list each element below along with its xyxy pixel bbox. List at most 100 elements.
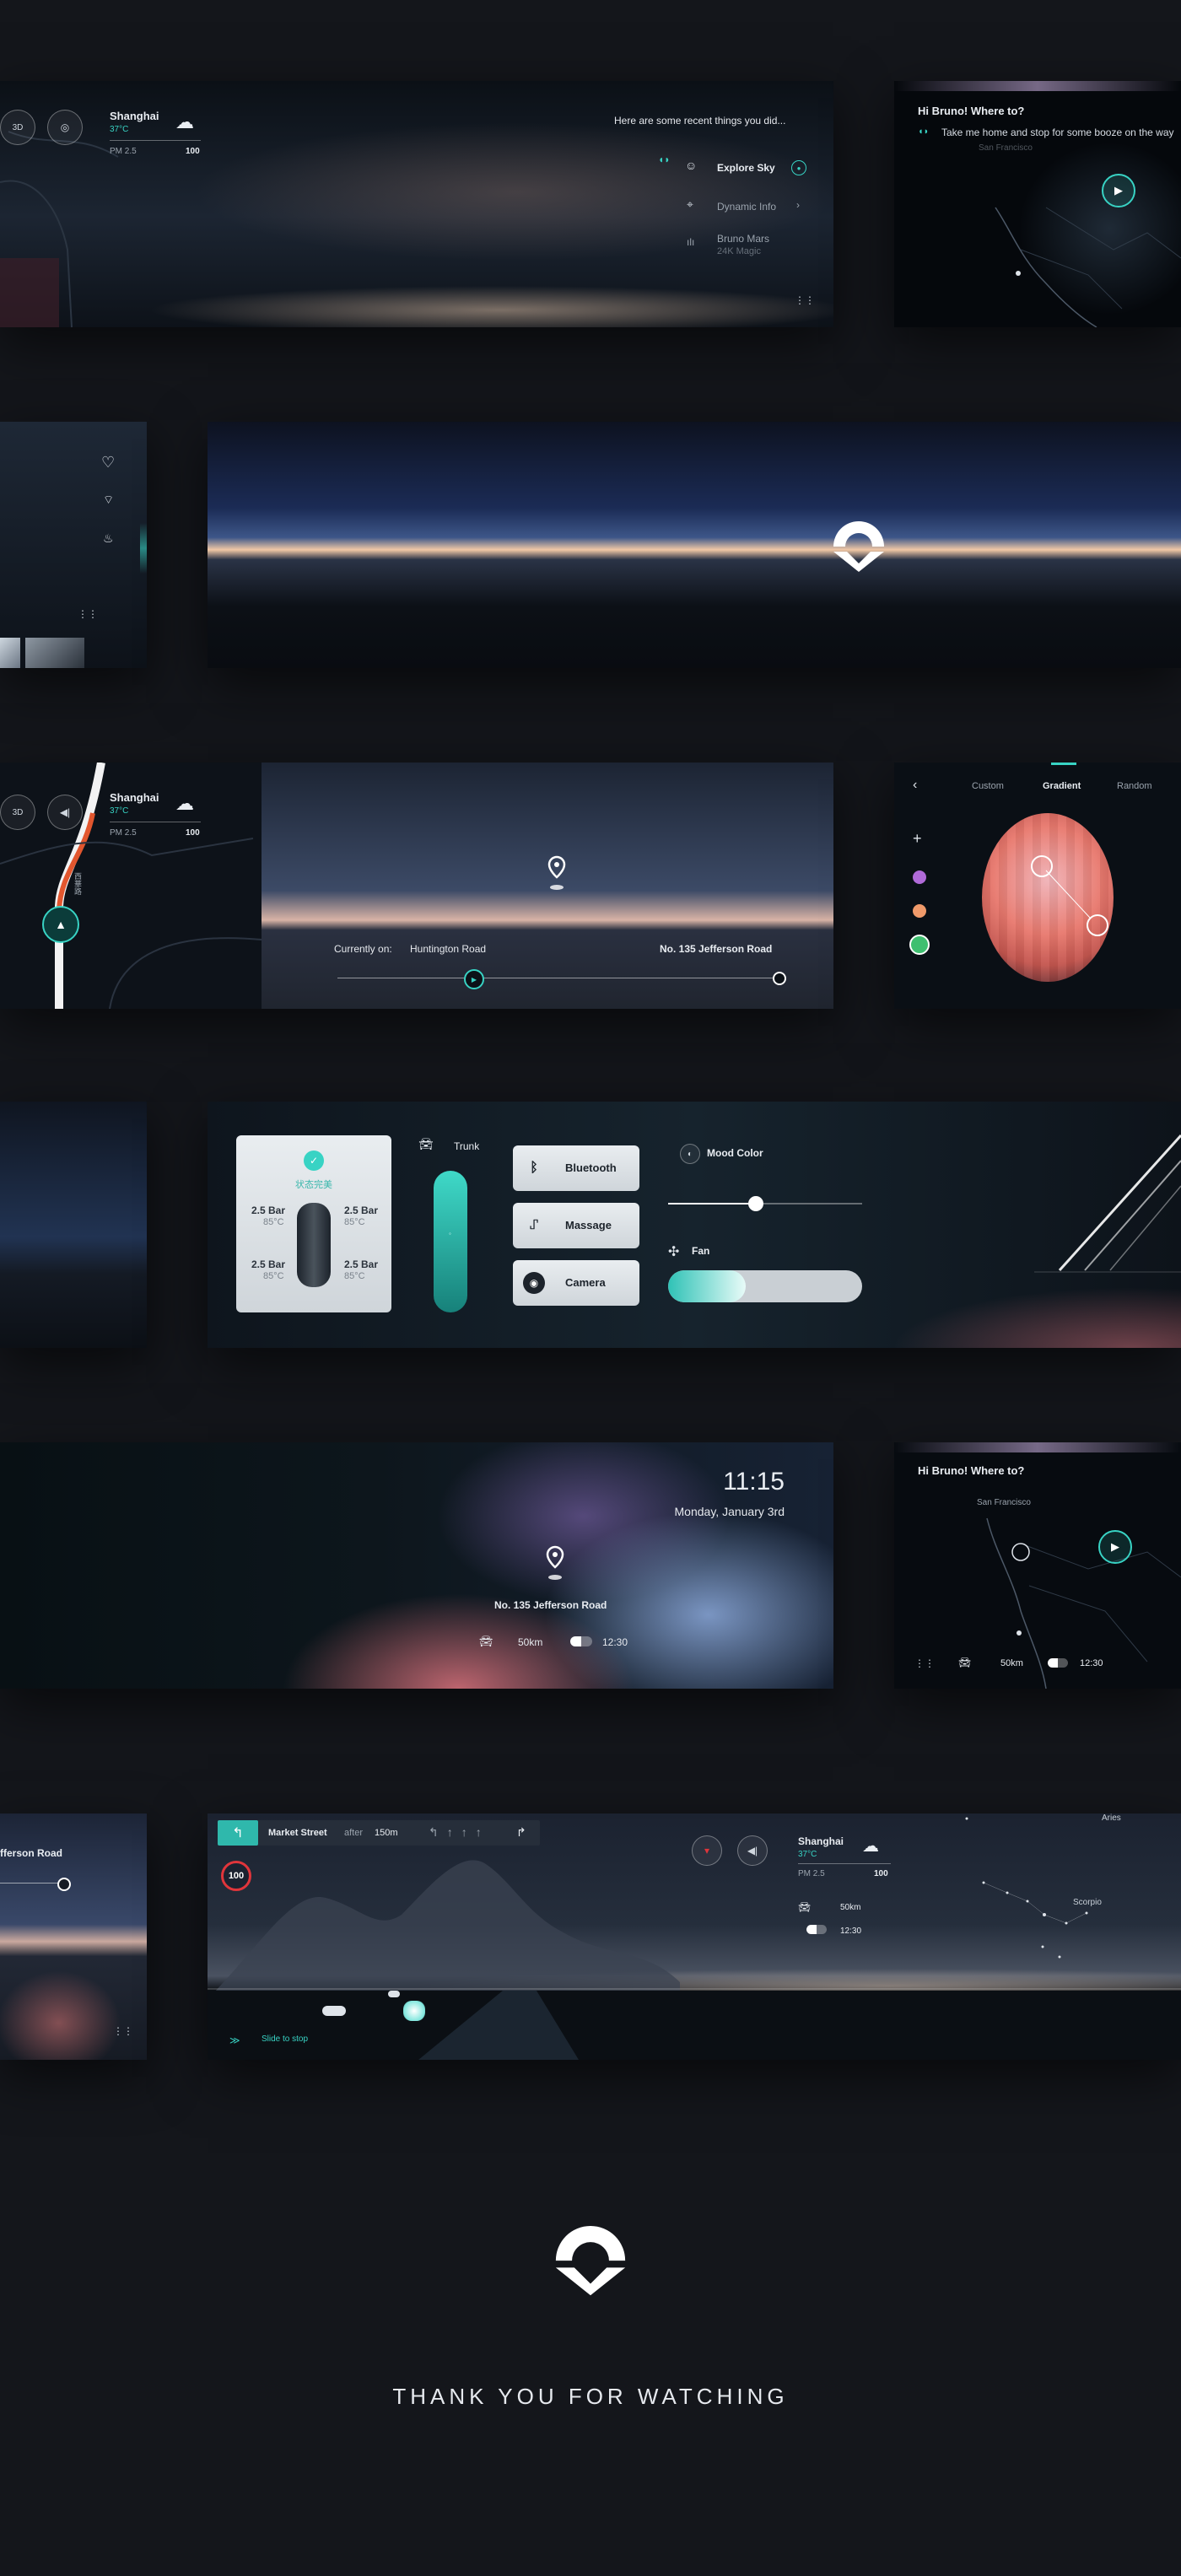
thumbnail-image[interactable] — [25, 638, 84, 668]
navigation-card: ▲ 西華路 3D ◀| Shanghai 37°C ☁ PM 2.5 100 C… — [0, 763, 833, 1009]
turn-after-label: after — [344, 1828, 364, 1838]
view-3d-button[interactable]: 3D — [0, 795, 35, 830]
route-end-marker[interactable] — [773, 972, 786, 985]
tire-front-right: 2.5 Bar 85°C — [344, 1204, 378, 1228]
constellation-label-aries: Aries — [1102, 1813, 1121, 1823]
car-icon: 🚘︎ — [479, 1635, 493, 1647]
voice-greeting: Hi Bruno! Where to? — [918, 105, 1025, 117]
slide-arrows-icon[interactable]: ≫ — [229, 2034, 240, 2046]
camera-icon: ◉ — [523, 1272, 545, 1294]
home-screen-card: 3D ◎ Shanghai 37°C ☁ PM 2.5 100 Here are… — [0, 81, 833, 327]
recent-title: Here are some recent things you did... — [614, 115, 786, 127]
fan-slider[interactable] — [668, 1270, 862, 1302]
apps-grid-icon[interactable]: ⋮⋮ — [914, 1658, 935, 1668]
tire-pressure: 2.5 Bar — [344, 1204, 379, 1216]
explore-sky-indicator-icon[interactable]: ● — [791, 160, 806, 175]
mood-color-slider-fill — [668, 1203, 756, 1204]
volume-icon[interactable]: ◀| — [737, 1835, 768, 1866]
current-prefix: Currently on: — [334, 943, 392, 955]
check-icon: ✓ — [304, 1151, 324, 1171]
bay-area-map-graphic — [986, 1517, 1181, 1689]
mood-color-slider[interactable] — [668, 1196, 862, 1211]
compass-icon[interactable]: ▾ — [692, 1835, 722, 1866]
recent-item-dynamic-info[interactable]: Dynamic Info — [717, 201, 776, 213]
ego-car-marker — [403, 2001, 425, 2021]
view-3d-button[interactable]: 3D — [0, 110, 35, 145]
camera-button[interactable]: ◉ Camera — [513, 1260, 639, 1306]
splash-card — [208, 422, 1181, 668]
turn-distance: 150m — [375, 1828, 398, 1838]
person-icon: ☺ — [685, 159, 698, 172]
trunk-slider-handle-icon[interactable]: ◦ — [449, 1230, 451, 1237]
cloud-icon: ☁ — [862, 1837, 879, 1856]
apps-grid-icon[interactable]: ⋮⋮ — [795, 295, 815, 305]
turn-instruction-bar: ↰ Market Street after 150m ↰↑↑↑ ↱ — [218, 1820, 540, 1846]
weather-city: Shanghai — [110, 791, 159, 804]
massage-button[interactable]: ⑀ Massage — [513, 1203, 639, 1248]
driving-mode-card: ↰ Market Street after 150m ↰↑↑↑ ↱ 100 ▾ … — [208, 1813, 1181, 2060]
heart-icon[interactable]: ♡ — [101, 454, 115, 472]
play-button[interactable]: ▶ — [1102, 174, 1135, 207]
play-button[interactable]: ▶ — [1098, 1530, 1132, 1564]
eta-value: 12:30 — [1080, 1658, 1103, 1668]
target-icon[interactable]: ◎ — [47, 110, 83, 145]
tire-temp: 85°C — [344, 1271, 365, 1281]
route-start-play-button[interactable]: ▶ — [464, 969, 484, 989]
voice-greeting: Hi Bruno! Where to? — [918, 1464, 1025, 1477]
pm-label: PM 2.5 — [798, 1869, 825, 1878]
eta-value: 12:30 — [840, 1927, 862, 1936]
pm-label: PM 2.5 — [110, 147, 137, 156]
recent-item-explore-sky[interactable]: Explore Sky — [717, 162, 775, 174]
music-bars-icon: ılı — [687, 236, 695, 248]
destination-road: No. 135 Jefferson Road — [494, 1599, 607, 1611]
voice-wave-icon: ◖◗ — [918, 127, 930, 137]
navigation-arrow-icon: ▲ — [42, 906, 79, 943]
car-icon: 🚘︎ — [418, 1137, 434, 1151]
sound-wave-icon: ◖◗ — [658, 154, 671, 165]
wifi-icon[interactable]: ⌔ — [103, 493, 114, 508]
trunk-slider[interactable]: ◦ — [434, 1171, 467, 1312]
recent-item-bruno-mars-sub: 24K Magic — [717, 246, 761, 256]
pm-value: 100 — [186, 147, 200, 156]
tire-rear-right: 2.5 Bar 85°C — [344, 1258, 378, 1282]
bluetooth-button[interactable]: ᛒ Bluetooth — [513, 1145, 639, 1191]
destination-pin-icon — [547, 855, 566, 890]
weather-temp: 37°C — [798, 1850, 817, 1859]
vehicle-status: 状态完美 — [295, 1180, 332, 1190]
fan-label: Fan — [692, 1245, 710, 1257]
recent-item-bruno-mars[interactable]: Bruno Mars — [717, 233, 769, 245]
mood-color-slider-knob[interactable] — [747, 1196, 763, 1211]
seat-icon: ⑀ — [530, 1218, 538, 1232]
mood-color-picker-card: ‹ Custom Gradient Random + — [894, 763, 1181, 1009]
apps-grid-icon[interactable]: ⋮⋮ — [78, 609, 98, 619]
voice-query: Take me home and stop for some booze on … — [941, 127, 1174, 138]
pm-value: 100 — [186, 828, 200, 838]
fire-icon[interactable]: ♨ — [103, 531, 114, 546]
vehicle-controls-card: ✓ 状态完美 2.5 Bar 85°C 2.5 Bar 85°C 2.5 Bar… — [208, 1102, 1181, 1348]
fan-slider-fill — [668, 1270, 746, 1302]
tire-pressure: 2.5 Bar — [344, 1258, 379, 1270]
fan-icon: ✣ — [668, 1245, 680, 1259]
thumbnail-image[interactable] — [0, 638, 20, 668]
apps-grid-icon[interactable]: ⋮⋮ — [113, 2026, 133, 2036]
car-icon: 🚘︎ — [958, 1657, 972, 1668]
destination-pin-icon — [546, 1545, 564, 1580]
light-streaks-graphic — [1034, 1134, 1181, 1273]
view-3d-label: 3D — [12, 807, 24, 817]
location-pin-icon: ⌖ — [687, 197, 693, 211]
destination-road-partial: fferson Road — [0, 1847, 63, 1859]
cloud-icon: ☁ — [175, 111, 194, 132]
slide-to-stop-label[interactable]: Slide to stop — [262, 2034, 308, 2044]
map-city-label: San Francisco — [979, 143, 1033, 153]
other-car-marker — [388, 1991, 400, 1997]
other-car-marker — [322, 2006, 346, 2016]
range-value: 50km — [840, 1903, 861, 1912]
pm-value: 100 — [874, 1869, 888, 1878]
route-end-marker[interactable] — [57, 1878, 71, 1891]
tire-rear-left: 2.5 Bar 85°C — [251, 1258, 285, 1282]
volume-icon[interactable]: ◀| — [47, 795, 83, 830]
trunk-label: Trunk — [454, 1140, 480, 1152]
camera-label: Camera — [565, 1276, 606, 1289]
range-value: 50km — [1000, 1658, 1023, 1668]
speed-limit-sign: 100 — [221, 1861, 251, 1891]
